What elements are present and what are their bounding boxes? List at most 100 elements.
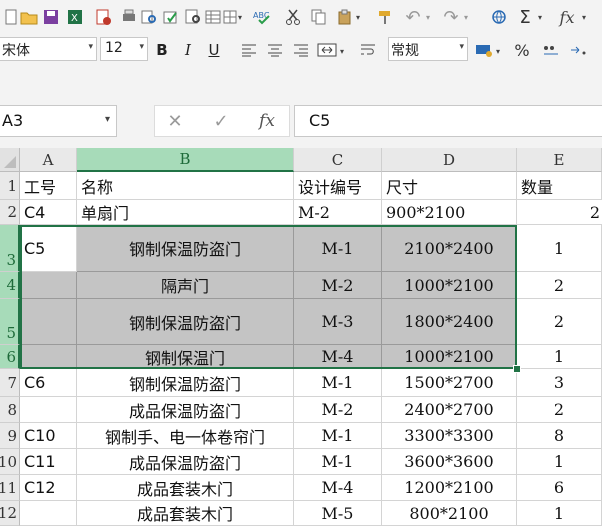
row-header[interactable]: 5 bbox=[0, 299, 20, 345]
cell-c11[interactable]: M-4 bbox=[294, 475, 382, 501]
row-header[interactable]: 9 bbox=[0, 423, 20, 449]
cell-d4[interactable]: 1000*2100 bbox=[382, 272, 517, 299]
row-header[interactable]: 10 bbox=[0, 449, 20, 475]
fill-handle[interactable] bbox=[513, 365, 521, 373]
cell-d11[interactable]: 1200*2100 bbox=[382, 475, 517, 501]
align-center-icon[interactable] bbox=[266, 40, 284, 60]
cell-d8[interactable]: 2400*2700 bbox=[382, 397, 517, 423]
italic-button[interactable]: I bbox=[180, 40, 196, 60]
cell-b10[interactable]: 成品保温防盗门 bbox=[77, 449, 294, 475]
chevron-down-icon[interactable]: ▾ bbox=[494, 46, 502, 56]
cell-b9[interactable]: 钢制手、电一体卷帘门 bbox=[77, 423, 294, 449]
cell-a1[interactable]: 工号 bbox=[20, 172, 77, 200]
wrap-text-icon[interactable] bbox=[358, 40, 378, 60]
cell-b11[interactable]: 成品套装木门 bbox=[77, 475, 294, 501]
cell-b1[interactable]: 名称 bbox=[77, 172, 294, 200]
cell-a10[interactable]: C11 bbox=[20, 449, 77, 475]
cell-a7[interactable]: C6 bbox=[20, 369, 77, 397]
cell-e5[interactable]: 2 bbox=[517, 299, 602, 345]
print-preview-icon[interactable] bbox=[140, 8, 158, 26]
row-header[interactable]: 8 bbox=[0, 397, 20, 423]
cell-e9[interactable]: 8 bbox=[517, 423, 602, 449]
cell-d3[interactable]: 2100*2400 bbox=[382, 225, 517, 272]
table-style-icon[interactable] bbox=[204, 8, 222, 26]
chevron-down-icon[interactable]: ▾ bbox=[338, 46, 346, 56]
align-left-icon[interactable] bbox=[240, 40, 258, 60]
row-header[interactable]: 4 bbox=[0, 272, 20, 299]
autosum-icon[interactable]: Σ bbox=[516, 7, 534, 28]
row-header[interactable]: 11 bbox=[0, 475, 20, 501]
hyperlink-icon[interactable] bbox=[490, 8, 508, 26]
cell-b3[interactable]: 钢制保温防盗门 bbox=[77, 225, 294, 272]
cell-a12[interactable] bbox=[20, 501, 77, 526]
cell-b12[interactable]: 成品套装木门 bbox=[77, 501, 294, 526]
chevron-down-icon[interactable]: ▾ bbox=[462, 12, 470, 22]
cell-c1[interactable]: 设计编号 bbox=[294, 172, 382, 200]
font-size-select[interactable]: 12 ▾ bbox=[100, 37, 148, 61]
cell-b2[interactable]: 单扇门 bbox=[77, 200, 294, 225]
excel-export-icon[interactable]: X bbox=[66, 8, 84, 26]
column-header-c[interactable]: C bbox=[294, 148, 382, 172]
chevron-down-icon[interactable]: ▾ bbox=[536, 12, 544, 22]
cell-e2[interactable]: 2 bbox=[517, 200, 602, 225]
cell-a5[interactable] bbox=[20, 299, 77, 345]
comma-style-icon[interactable] bbox=[540, 40, 564, 60]
cell-b7[interactable]: 钢制保温防盗门 bbox=[77, 369, 294, 397]
cell-a9[interactable]: C10 bbox=[20, 423, 77, 449]
select-all-corner[interactable] bbox=[0, 148, 20, 172]
print-icon[interactable] bbox=[120, 8, 138, 26]
underline-button[interactable]: U bbox=[206, 40, 222, 60]
new-file-icon[interactable] bbox=[4, 8, 18, 26]
cell-a11[interactable]: C12 bbox=[20, 475, 77, 501]
cell-c9[interactable]: M-1 bbox=[294, 423, 382, 449]
chevron-down-icon[interactable]: ▾ bbox=[580, 12, 588, 22]
cell-d5[interactable]: 1800*2400 bbox=[382, 299, 517, 345]
cell-a3[interactable]: C5 bbox=[20, 225, 77, 272]
cell-c6[interactable]: M-4 bbox=[294, 345, 382, 369]
cell-d12[interactable]: 800*2100 bbox=[382, 501, 517, 526]
cell-c7[interactable]: M-1 bbox=[294, 369, 382, 397]
bold-button[interactable]: B bbox=[154, 40, 170, 60]
column-header-a[interactable]: A bbox=[20, 148, 77, 172]
cell-a4[interactable] bbox=[20, 272, 77, 299]
cell-c5[interactable]: M-3 bbox=[294, 299, 382, 345]
cell-c8[interactable]: M-2 bbox=[294, 397, 382, 423]
spell-check-icon[interactable] bbox=[162, 8, 180, 26]
cell-d10[interactable]: 3600*3600 bbox=[382, 449, 517, 475]
cell-e12[interactable]: 1 bbox=[517, 501, 602, 526]
cell-d6[interactable]: 1000*2100 bbox=[382, 345, 517, 369]
paste-icon[interactable] bbox=[336, 8, 354, 26]
cell-c2[interactable]: M-2 bbox=[294, 200, 382, 225]
cell-d7[interactable]: 1500*2700 bbox=[382, 369, 517, 397]
percent-button[interactable]: % bbox=[512, 40, 532, 60]
cell-c12[interactable]: M-5 bbox=[294, 501, 382, 526]
insert-function-icon[interactable]: fx bbox=[556, 7, 578, 27]
merge-center-icon[interactable] bbox=[316, 40, 338, 60]
cell-c10[interactable]: M-1 bbox=[294, 449, 382, 475]
cell-b8[interactable]: 成品保温防盗门 bbox=[77, 397, 294, 423]
find-icon[interactable] bbox=[184, 8, 202, 26]
cell-b5[interactable]: 钢制保温防盗门 bbox=[77, 299, 294, 345]
row-header[interactable]: 2 bbox=[0, 200, 20, 225]
confirm-icon[interactable]: ✓ bbox=[211, 111, 231, 132]
increase-decimal-icon[interactable] bbox=[568, 40, 592, 60]
formula-input[interactable]: C5 bbox=[294, 105, 602, 137]
cell-e4[interactable]: 2 bbox=[517, 272, 602, 299]
cell-b4[interactable]: 隔声门 bbox=[77, 272, 294, 299]
row-header[interactable]: 6 bbox=[0, 345, 20, 369]
row-header[interactable]: 12 bbox=[0, 501, 20, 526]
cell-c4[interactable]: M-2 bbox=[294, 272, 382, 299]
cell-d1[interactable]: 尺寸 bbox=[382, 172, 517, 200]
pdf-icon[interactable] bbox=[94, 8, 112, 26]
cell-e7[interactable]: 3 bbox=[517, 369, 602, 397]
column-header-e[interactable]: E bbox=[517, 148, 602, 172]
save-icon[interactable] bbox=[42, 8, 60, 26]
cell-e10[interactable]: 1 bbox=[517, 449, 602, 475]
cell-e8[interactable]: 2 bbox=[517, 397, 602, 423]
cell-a2[interactable]: C4 bbox=[20, 200, 77, 225]
row-header[interactable]: 1 bbox=[0, 172, 20, 200]
cell-b6[interactable]: 钢制保温门 bbox=[77, 345, 294, 369]
open-folder-icon[interactable] bbox=[20, 8, 38, 26]
font-name-select[interactable]: 宋体 ▾ bbox=[0, 37, 97, 61]
cut-icon[interactable] bbox=[284, 8, 302, 26]
